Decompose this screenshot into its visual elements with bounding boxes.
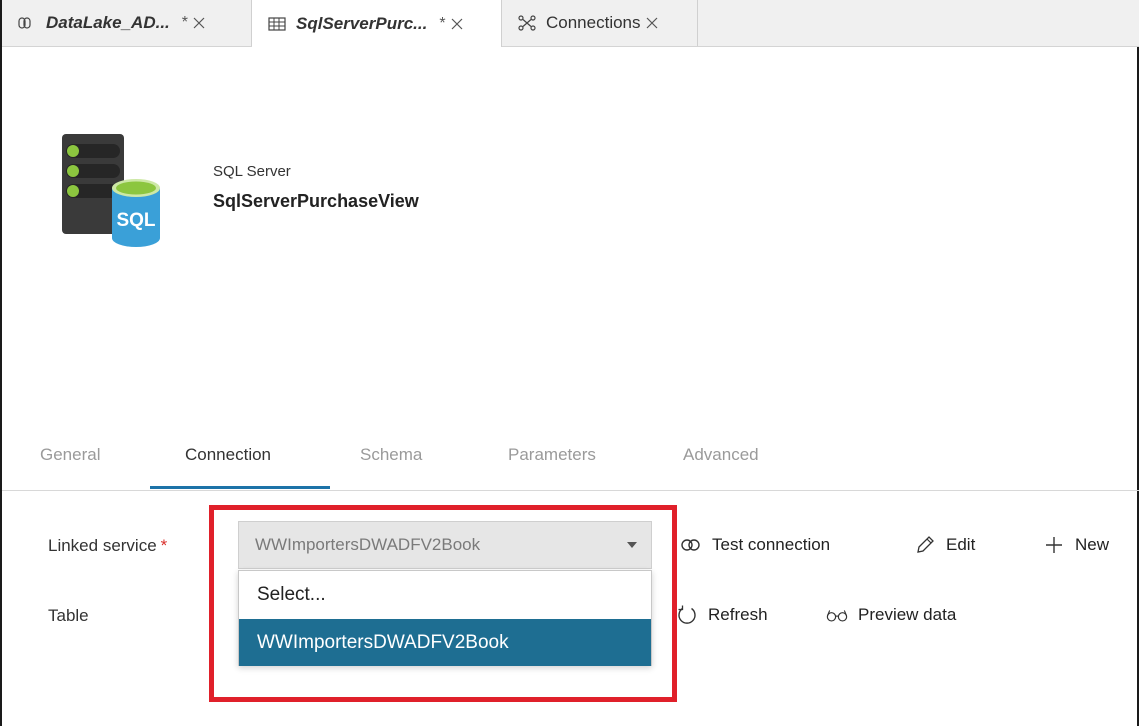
close-icon[interactable] — [449, 16, 465, 32]
new-label: New — [1075, 535, 1110, 554]
active-tab-indicator — [150, 486, 330, 489]
refresh-button[interactable]: Refresh — [676, 604, 768, 626]
tab-label: DataLake_AD... — [46, 13, 170, 32]
dataset-name: SqlServerPurchaseView — [213, 191, 419, 211]
refresh-icon — [676, 604, 698, 626]
editor-tab-strip: DataLake_AD... * SqlServerPurc... * Conn… — [2, 0, 1139, 47]
tab-advanced[interactable]: Advanced — [683, 445, 759, 465]
tab-schema[interactable]: Schema — [360, 445, 422, 465]
close-icon[interactable] — [644, 15, 660, 31]
preview-data-button[interactable]: Preview data — [826, 604, 956, 626]
test-connection-label: Test connection — [712, 535, 831, 554]
edit-label: Edit — [946, 535, 976, 554]
tab-general[interactable]: General — [40, 445, 100, 465]
table-icon — [268, 15, 286, 33]
linked-service-label-text: Linked service — [48, 536, 157, 555]
dataset-type: SQL Server — [213, 163, 291, 180]
sql-icon-text: SQL — [116, 210, 155, 231]
tab-label: Connections — [546, 13, 641, 32]
glasses-icon — [826, 604, 848, 626]
dataset-icon — [18, 14, 36, 32]
new-button[interactable]: New — [1043, 534, 1109, 556]
sql-server-icon: SQL — [60, 134, 164, 252]
required-indicator: * — [160, 536, 168, 555]
unsaved-indicator: * — [181, 14, 189, 31]
connections-icon — [518, 14, 536, 32]
tab-connection[interactable]: Connection — [185, 445, 271, 465]
pencil-icon — [914, 534, 936, 556]
edit-button[interactable]: Edit — [914, 534, 975, 556]
tab-connections[interactable]: Connections — [502, 0, 698, 46]
refresh-label: Refresh — [708, 605, 768, 624]
plus-icon — [1043, 534, 1065, 556]
linked-service-label: Linked service * — [48, 536, 167, 556]
close-icon[interactable] — [191, 15, 207, 31]
tab-datalake[interactable]: DataLake_AD... * — [2, 0, 252, 46]
tab-sqlserverpurchase[interactable]: SqlServerPurc... * — [252, 0, 502, 47]
tab-label: SqlServerPurc... — [296, 13, 428, 33]
preview-data-label: Preview data — [858, 605, 957, 624]
tab-parameters[interactable]: Parameters — [508, 445, 596, 465]
highlight-box — [209, 505, 677, 702]
unsaved-indicator: * — [439, 14, 446, 32]
table-label: Table — [48, 606, 89, 625]
property-tabs: General Connection Schema Parameters Adv… — [2, 432, 1139, 491]
test-connection-button[interactable]: Test connection — [680, 534, 830, 556]
link-icon — [680, 534, 702, 556]
